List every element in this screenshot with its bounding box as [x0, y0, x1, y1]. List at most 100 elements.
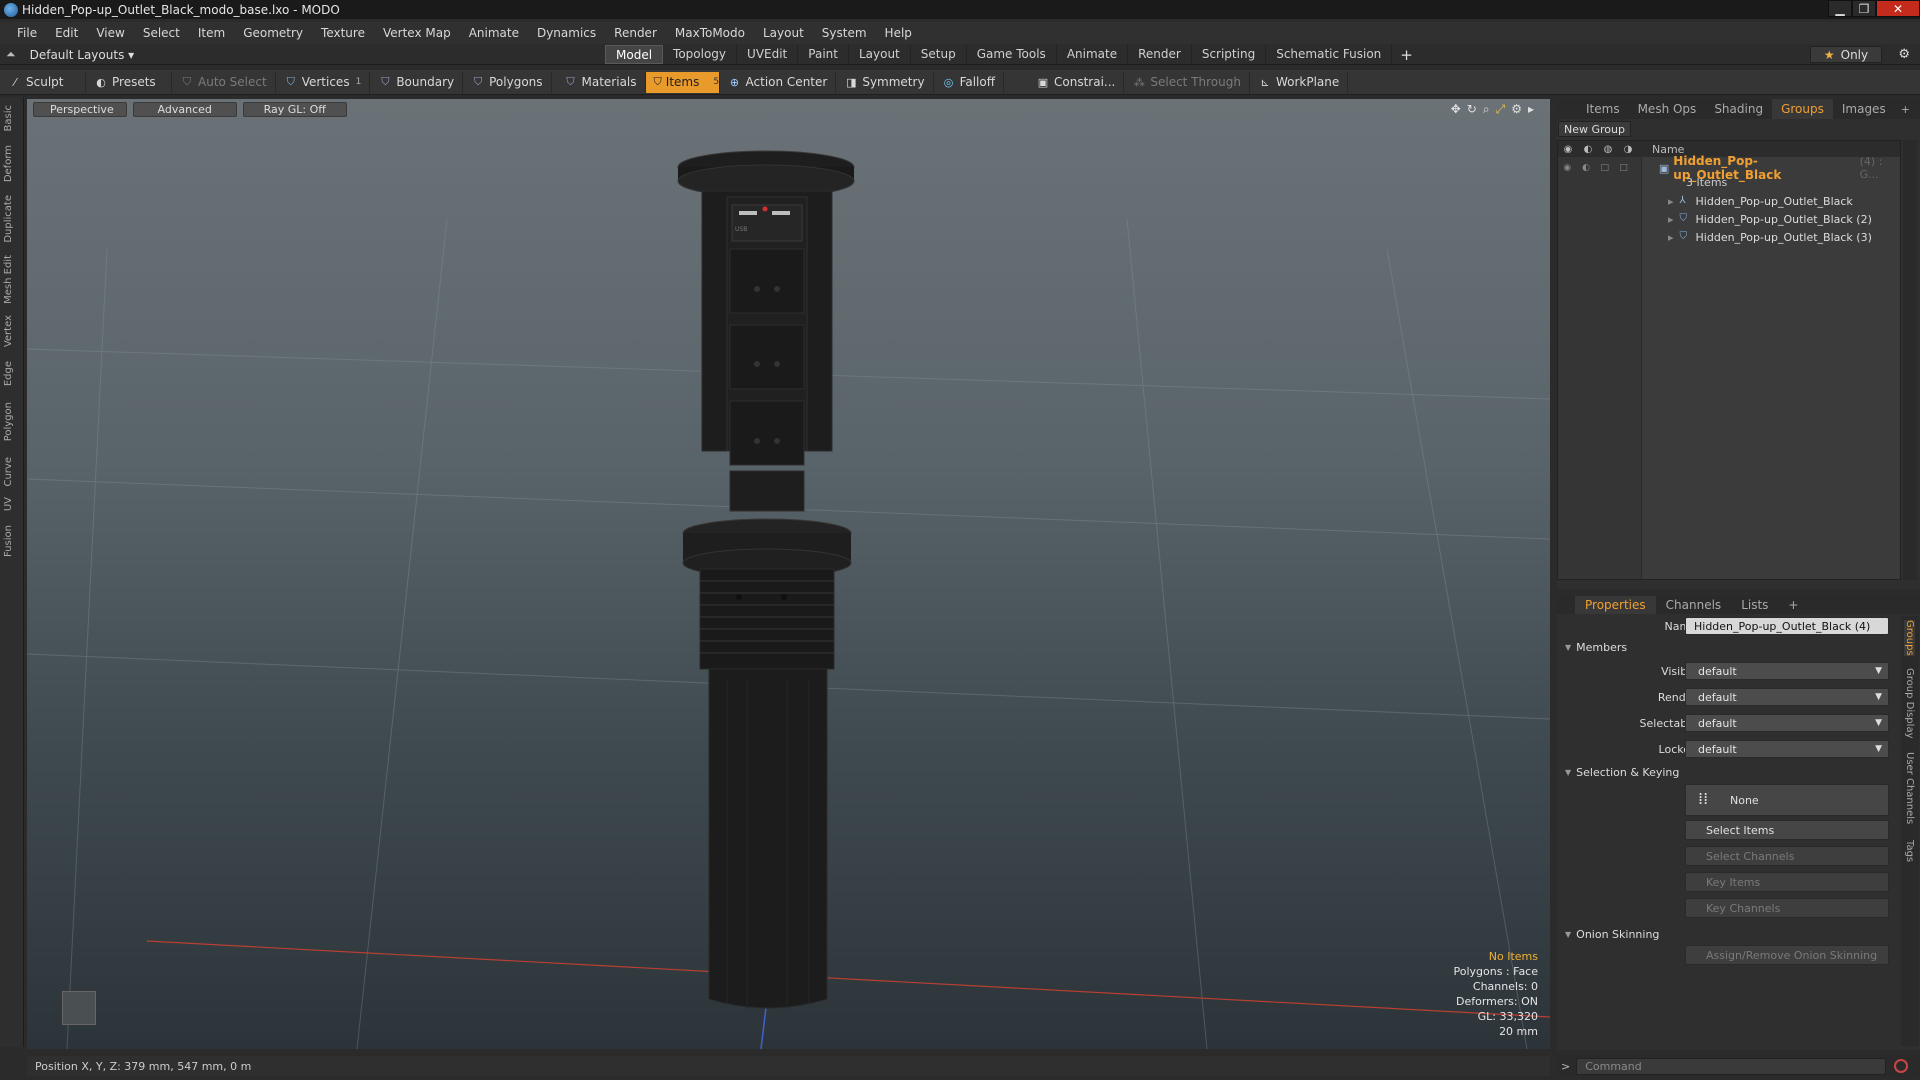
tab-mesh-edit[interactable]: Mesh Edit: [3, 255, 21, 304]
render-icon[interactable]: ◐: [1578, 144, 1598, 155]
menu-geometry[interactable]: Geometry: [234, 26, 312, 40]
select-channels-button[interactable]: Select Channels: [1685, 846, 1889, 866]
3d-viewport[interactable]: USB Perspective Advanced Ray GL: Off ✥ ↻…: [27, 99, 1550, 1049]
close-button[interactable]: ✕: [1876, 0, 1920, 17]
lock-toggle-icon[interactable]: □: [1595, 163, 1614, 173]
tab-curve[interactable]: Curve: [3, 457, 21, 487]
menu-file[interactable]: File: [8, 26, 46, 40]
constraints-button[interactable]: ▣ Constrai...: [1028, 71, 1125, 93]
expand-icon[interactable]: ▸: [1668, 231, 1674, 244]
maximize-button[interactable]: ❐: [1852, 0, 1876, 17]
expand-icon[interactable]: ▸: [1668, 213, 1674, 226]
tab-edge[interactable]: Edge: [3, 361, 21, 386]
render-dropdown[interactable]: default ▼: [1685, 688, 1889, 706]
tab-scripting[interactable]: Scripting: [1192, 45, 1267, 64]
side-tab-user-channels[interactable]: User Channels: [1904, 752, 1915, 824]
lock-icon[interactable]: ◍: [1598, 144, 1618, 155]
visible-dropdown[interactable]: default ▼: [1685, 662, 1889, 680]
menu-edit[interactable]: Edit: [46, 26, 87, 40]
tab-channels[interactable]: Channels: [1656, 596, 1732, 614]
tab-mesh-ops[interactable]: Mesh Ops: [1629, 99, 1706, 119]
select-through-button[interactable]: ⁂ Select Through: [1124, 71, 1250, 93]
tab-lists[interactable]: Lists: [1731, 596, 1778, 614]
tab-basic[interactable]: Basic: [3, 105, 21, 131]
key-items-button[interactable]: Key Items: [1685, 872, 1889, 892]
expand-icon[interactable]: ▸: [1668, 195, 1674, 208]
add-tab-button[interactable]: +: [1392, 45, 1421, 65]
menu-render[interactable]: Render: [605, 26, 666, 40]
members-section[interactable]: ▼ Members: [1565, 641, 1627, 654]
list-item[interactable]: ▸ ⛉ Hidden_Pop-up_Outlet_Black (2): [1558, 210, 1902, 228]
only-button[interactable]: ★ Only: [1810, 46, 1882, 63]
presets-button[interactable]: ◐ Presets: [86, 71, 172, 93]
select-items-button[interactable]: Select Items: [1685, 820, 1889, 840]
layout-selector[interactable]: ⏶ Default Layouts ▾: [6, 47, 134, 62]
tab-animate[interactable]: Animate: [1057, 45, 1129, 64]
tab-polygon[interactable]: Polygon: [3, 402, 21, 441]
tab-vertex[interactable]: Vertex: [3, 315, 21, 347]
menu-help[interactable]: Help: [876, 26, 921, 40]
selection-keying-section[interactable]: ▼ Selection & Keying: [1565, 766, 1679, 779]
locked-dropdown[interactable]: default ▼: [1685, 740, 1889, 758]
tab-deform[interactable]: Deform: [3, 145, 21, 182]
menu-layout[interactable]: Layout: [754, 26, 813, 40]
popup-outlet-model[interactable]: USB: [677, 150, 855, 1009]
shading-button[interactable]: Advanced: [132, 102, 237, 117]
render-toggle-icon[interactable]: ◐: [1577, 163, 1596, 173]
tab-images[interactable]: Images: [1833, 99, 1895, 119]
menu-dynamics[interactable]: Dynamics: [528, 26, 605, 40]
tab-items[interactable]: Items: [1577, 99, 1629, 119]
onion-skinning-section[interactable]: ▼ Onion Skinning: [1565, 928, 1659, 941]
assign-onion-skinning-button[interactable]: Assign/Remove Onion Skinning: [1685, 945, 1889, 965]
items-button[interactable]: ⛉ Items 5: [645, 71, 720, 93]
menu-vertex-map[interactable]: Vertex Map: [374, 26, 460, 40]
tab-render[interactable]: Render: [1128, 45, 1192, 64]
new-group-button[interactable]: New Group: [1558, 121, 1631, 137]
selectable-dropdown[interactable]: default ▼: [1685, 714, 1889, 732]
key-channels-button[interactable]: Key Channels: [1685, 898, 1889, 918]
zoom-view-icon[interactable]: ⌕: [1483, 102, 1490, 117]
groups-scrollbar[interactable]: [1903, 140, 1917, 580]
menu-maxtomodo[interactable]: MaxToModo: [666, 26, 754, 40]
side-tab-groups[interactable]: Groups: [1904, 620, 1915, 656]
falloff-button[interactable]: ◎ Falloff: [934, 71, 1004, 93]
workplane-button[interactable]: ⊾ WorkPlane: [1250, 71, 1349, 93]
collapse-arrow-icon[interactable]: ⏶: [6, 47, 16, 62]
auto-select-button[interactable]: ⛉ Auto Select: [172, 71, 276, 93]
view-mode-button[interactable]: Perspective: [33, 102, 127, 117]
tab-setup[interactable]: Setup: [911, 45, 967, 64]
tab-paint[interactable]: Paint: [798, 45, 849, 64]
list-item[interactable]: ▸ ⅄ Hidden_Pop-up_Outlet_Black: [1558, 192, 1902, 210]
side-tab-group-display[interactable]: Group Display: [1904, 668, 1915, 738]
tab-layout[interactable]: Layout: [849, 45, 911, 64]
sculpt-button[interactable]: ⁄ Sculpt: [0, 71, 86, 93]
menu-animate[interactable]: Animate: [460, 26, 528, 40]
symmetry-button[interactable]: ◨ Symmetry: [836, 71, 934, 93]
side-tab-tags[interactable]: Tags: [1904, 840, 1915, 862]
minimize-button[interactable]: ▁: [1828, 0, 1852, 17]
fit-view-icon[interactable]: ⤢: [1496, 102, 1506, 117]
menu-texture[interactable]: Texture: [312, 26, 374, 40]
tab-model[interactable]: Model: [605, 45, 664, 64]
stop-icon[interactable]: [1894, 1059, 1909, 1073]
list-item[interactable]: ▸ ⛉ Hidden_Pop-up_Outlet_Black (3): [1558, 228, 1902, 246]
add-panel-tab-button[interactable]: +: [1895, 103, 1916, 116]
tab-shading[interactable]: Shading: [1705, 99, 1772, 119]
menu-view[interactable]: View: [87, 26, 133, 40]
tab-fusion[interactable]: Fusion: [3, 525, 21, 557]
tab-uvedit[interactable]: UVEdit: [737, 45, 799, 64]
viewport-settings-icon[interactable]: ⚙: [1511, 102, 1522, 117]
command-input[interactable]: Command: [1576, 1057, 1887, 1075]
materials-button[interactable]: ⛉ Materials: [556, 71, 646, 93]
tab-duplicate[interactable]: Duplicate: [3, 195, 21, 243]
name-field[interactable]: Hidden_Pop-up_Outlet_Black (4): [1685, 617, 1889, 635]
boundary-button[interactable]: ⛉ Boundary: [370, 71, 464, 93]
menu-system[interactable]: System: [813, 26, 876, 40]
menu-select[interactable]: Select: [134, 26, 189, 40]
tab-topology[interactable]: Topology: [663, 45, 738, 64]
vertices-button[interactable]: ⛉ Vertices 1: [276, 71, 371, 93]
gear-icon[interactable]: ⚙: [1898, 47, 1910, 62]
viewport-expand-icon[interactable]: ▸: [1528, 102, 1534, 117]
tab-uv[interactable]: UV: [3, 497, 21, 511]
action-center-button[interactable]: ⊕ Action Center: [720, 71, 837, 93]
